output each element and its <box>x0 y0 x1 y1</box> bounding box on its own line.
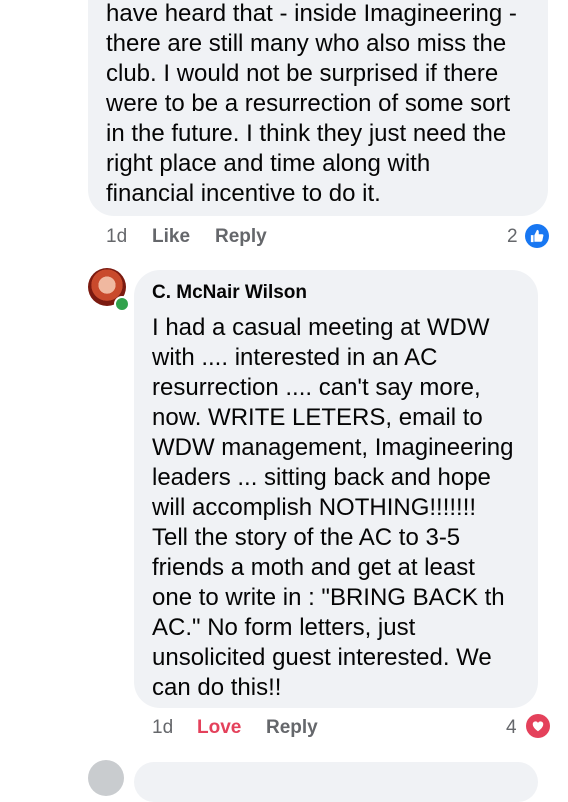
online-status-icon <box>114 296 130 312</box>
comment-text: I had a casual meeting at WDW with .... … <box>152 314 514 701</box>
reply-button[interactable]: Reply <box>266 717 318 739</box>
comment-author[interactable]: C. McNair Wilson <box>152 282 307 304</box>
comment-bubble <box>134 762 538 802</box>
comment-time: 1d <box>106 226 128 247</box>
love-button[interactable]: Love <box>197 717 241 739</box>
reply-button[interactable]: Reply <box>215 226 267 248</box>
comment-time: 1d <box>152 717 174 738</box>
reaction-count[interactable]: 2 <box>507 226 518 248</box>
like-button[interactable]: Like <box>152 226 190 248</box>
comment-actions: 1d <box>106 226 127 248</box>
comment-actions: 1d <box>152 717 173 739</box>
comment-text: have heard that - inside Imagineering - … <box>106 0 517 207</box>
reaction-count[interactable]: 4 <box>506 717 517 739</box>
heart-icon[interactable] <box>526 714 550 738</box>
avatar[interactable] <box>88 760 124 796</box>
like-thumb-icon[interactable] <box>525 224 549 248</box>
